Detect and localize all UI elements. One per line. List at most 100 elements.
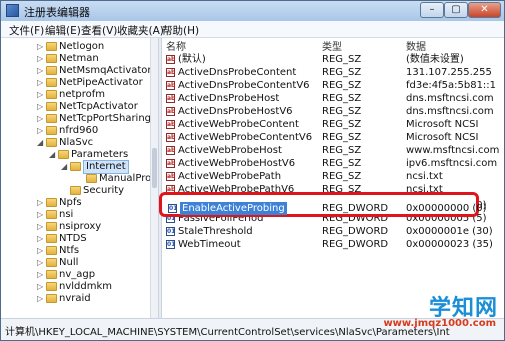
close-button[interactable]: ✕ <box>468 2 501 18</box>
expand-arrow-icon[interactable]: ▷ <box>37 53 45 65</box>
value-row[interactable]: ab ActiveDnsProbeContent REG_SZ 131.107.255… <box>162 66 504 79</box>
collapse-arrow-icon[interactable]: ◢ <box>61 161 69 173</box>
value-name: StaleThreshold <box>178 226 253 237</box>
menu-view[interactable]: 查看(V) <box>81 23 117 38</box>
collapse-arrow-icon[interactable]: ◢ <box>49 149 57 161</box>
registry-key-tree[interactable]: ▷ Netlogon ▷ Netman ▷ NetMsmqActivator ▷ NetPip… <box>1 38 157 318</box>
value-data: ipv6.msftncsi.com <box>406 158 498 169</box>
expand-arrow-icon[interactable]: ▷ <box>37 269 45 281</box>
value-data: 0x00000000 (0) <box>406 203 487 214</box>
value-type: REG_SZ <box>322 119 362 130</box>
string-value-icon: ab <box>166 107 176 116</box>
column-header-name[interactable]: 名称 <box>166 38 186 53</box>
folder-icon <box>70 186 81 195</box>
value-row-selected[interactable]: 01 EnableActiveProbing REG_DWORD 0x00000… <box>164 202 487 215</box>
value-name: ActiveDnsProbeHost <box>178 93 280 104</box>
string-value-icon: ab <box>166 146 176 155</box>
folder-icon <box>46 102 57 111</box>
value-data: Microsoft NCSI <box>406 132 479 143</box>
folder-icon <box>70 162 81 171</box>
value-name: WebTimeout <box>178 239 241 250</box>
menu-bar: 文件(F) 编辑(E) 查看(V) 收藏夹(A) 帮助(H) <box>1 21 504 38</box>
menu-help[interactable]: 帮助(H) <box>162 23 199 38</box>
menu-edit[interactable]: 编辑(E) <box>45 23 81 38</box>
string-value-icon: ab <box>166 55 176 64</box>
tree-node-label: Internet <box>83 160 129 174</box>
string-value-icon: ab <box>166 159 176 168</box>
value-type: REG_DWORD <box>322 203 389 214</box>
folder-icon <box>86 174 97 183</box>
tree-node-label: Security <box>83 185 125 196</box>
maximize-button[interactable]: ▢ <box>444 2 468 18</box>
value-name: EnableActiveProbing <box>180 202 287 215</box>
value-name: ActiveDnsProbeHostV6 <box>178 106 293 117</box>
value-row[interactable]: 01 WebTimeout REG_DWORD 0x00000023 (35) <box>162 238 504 251</box>
title-bar: 注册表编辑器 – ▢ ✕ <box>1 1 504 22</box>
string-value-icon: ab <box>166 81 176 90</box>
value-data: dns.msftncsi.com <box>406 93 494 104</box>
tree-node-label: NetPipeActivator <box>59 77 143 88</box>
value-type: REG_SZ <box>322 145 362 156</box>
value-name: ActiveDnsProbeContent <box>178 67 297 78</box>
collapse-arrow-icon[interactable]: ◢ <box>37 137 45 149</box>
expand-arrow-icon[interactable]: ▷ <box>37 221 45 233</box>
expand-arrow-icon[interactable]: ▷ <box>37 257 45 269</box>
value-row[interactable]: ab (默认) REG_SZ (数值未设置) <box>162 53 504 66</box>
expand-arrow-icon[interactable]: ▷ <box>37 209 45 221</box>
column-header-data[interactable]: 数据 <box>406 38 426 53</box>
expand-arrow-icon[interactable]: ▷ <box>37 113 45 125</box>
window-title: 注册表编辑器 <box>24 6 90 19</box>
column-header-type[interactable]: 类型 <box>322 38 342 53</box>
site-watermark: 学知网 www.jmqz1000.com <box>383 290 500 338</box>
tree-scrollbar[interactable] <box>150 38 158 318</box>
expand-arrow-icon[interactable]: ▷ <box>37 41 45 53</box>
folder-icon <box>46 246 57 255</box>
value-type: REG_DWORD <box>322 226 389 237</box>
value-data: Microsoft NCSI <box>406 119 479 130</box>
highlight-annotation-box: 01 EnableActiveProbing REG_DWORD 0x00000… <box>159 192 487 217</box>
folder-icon <box>46 270 57 279</box>
menu-favorites[interactable]: 收藏夹(A) <box>117 23 164 38</box>
expand-arrow-icon[interactable]: ▷ <box>37 197 45 209</box>
value-data: fd3e:4f5a:5b81::1 <box>406 80 497 91</box>
value-data: 0x0000001e (30) <box>406 226 493 237</box>
registry-values-list[interactable]: ab (默认) REG_SZ (数值未设置) ab ActiveDnsProbeConte… <box>162 53 504 318</box>
folder-icon <box>46 42 57 51</box>
value-data: ncsi.txt <box>406 171 443 182</box>
value-row[interactable]: ab ActiveDnsProbeContentV6 REG_SZ fd3e:4f5a… <box>162 79 504 92</box>
watermark-url: www.jmqz1000.com <box>383 318 496 329</box>
tree-node-label: ManualProxies <box>99 173 157 184</box>
menu-file[interactable]: 文件(F) <box>9 23 44 38</box>
expand-arrow-icon[interactable]: ▷ <box>37 233 45 245</box>
value-row[interactable]: ab ActiveDnsProbeHostV6 REG_SZ dns.msftncsi… <box>162 105 504 118</box>
tree-scrollbar-thumb[interactable] <box>152 148 157 188</box>
value-name: (默认) <box>178 54 206 65</box>
expand-arrow-icon[interactable]: ▷ <box>37 125 45 137</box>
value-row[interactable]: ab ActiveWebProbeHostV6 REG_SZ ipv6.msftncs… <box>162 157 504 170</box>
expand-arrow-icon[interactable]: ▷ <box>37 101 45 113</box>
folder-icon <box>46 198 57 207</box>
value-type: REG_SZ <box>322 80 362 91</box>
tree-node-label: NetTcpActivator <box>59 101 138 112</box>
expand-arrow-icon[interactable]: ▷ <box>37 245 45 257</box>
string-value-icon: ab <box>166 68 176 77</box>
expand-arrow-icon[interactable]: ▷ <box>37 77 45 89</box>
tree-node-label: nvraid <box>59 293 91 304</box>
value-type: REG_SZ <box>322 171 362 182</box>
value-row[interactable]: ab ActiveDnsProbeHost REG_SZ dns.msftncsi.c… <box>162 92 504 105</box>
value-type: REG_SZ <box>322 93 362 104</box>
value-row[interactable]: ab ActiveWebProbePath REG_SZ ncsi.txt <box>162 170 504 183</box>
expand-arrow-icon[interactable]: ▷ <box>37 65 45 77</box>
expand-arrow-icon[interactable]: ▷ <box>37 281 45 293</box>
value-row[interactable]: ab ActiveWebProbeHost REG_SZ www.msftncsi.c… <box>162 144 504 157</box>
tree-node-label: Netlogon <box>59 41 105 52</box>
expand-arrow-icon[interactable]: ▷ <box>37 293 45 305</box>
folder-icon <box>46 78 57 87</box>
value-row[interactable]: ab ActiveWebProbeContent REG_SZ Microsoft N… <box>162 118 504 131</box>
minimize-button[interactable]: – <box>420 2 444 18</box>
expand-arrow-icon[interactable]: ▷ <box>37 89 45 101</box>
string-value-icon: ab <box>166 120 176 129</box>
value-row[interactable]: 01 StaleThreshold REG_DWORD 0x0000001e (30) <box>162 225 504 238</box>
value-row[interactable]: ab ActiveWebProbeContentV6 REG_SZ Microsoft… <box>162 131 504 144</box>
tree-node-label: netprofm <box>59 89 106 100</box>
